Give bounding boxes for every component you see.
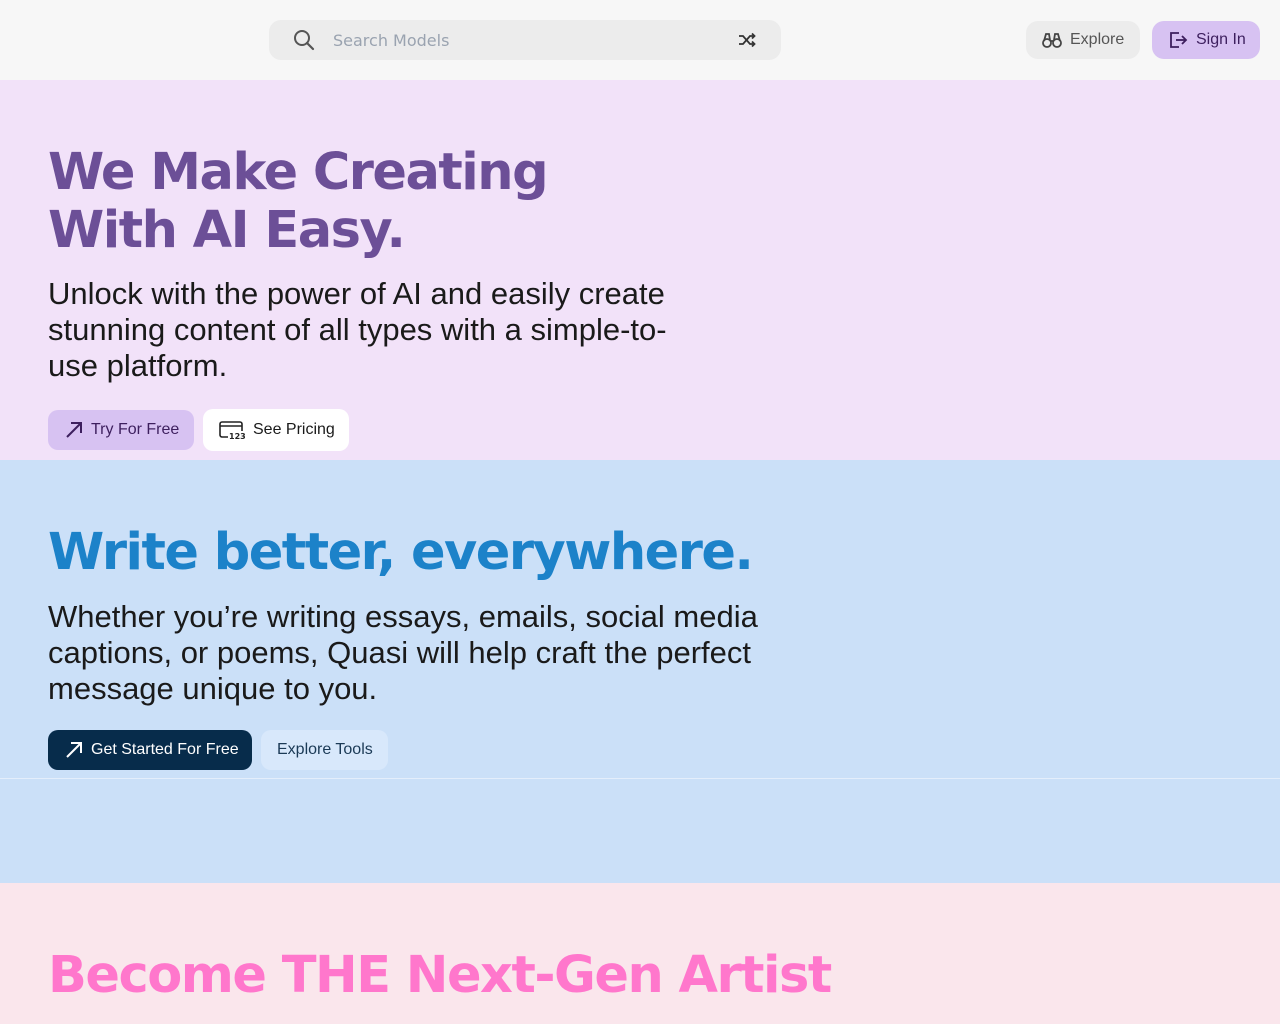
explore-tools-label: Explore Tools — [277, 741, 373, 758]
explore-button[interactable]: Explore — [1026, 21, 1140, 59]
write-lead: Whether you’re writing essays, emails, s… — [48, 599, 758, 706]
try-for-free-button[interactable]: Try For Free — [48, 410, 194, 450]
shuffle-button[interactable] — [735, 30, 759, 50]
binoculars-icon — [1042, 33, 1062, 48]
write-title: Write better, everywhere. — [48, 523, 754, 582]
top-navigation-bar: Explore Sign In — [0, 0, 1280, 80]
search-bar — [269, 20, 781, 60]
sign-in-label: Sign In — [1196, 31, 1246, 48]
artist-title: Become THE Next-Gen Artist — [48, 946, 832, 1005]
get-started-label: Get Started For Free — [91, 741, 239, 758]
section-divider — [0, 778, 1280, 779]
explore-tools-button[interactable]: Explore Tools — [261, 730, 388, 770]
hero-lead: Unlock with the power of AI and easily c… — [48, 276, 667, 383]
explore-label: Explore — [1070, 31, 1125, 48]
search-input[interactable] — [333, 20, 713, 60]
hero-title: We Make Creating With AI Easy. — [48, 143, 549, 260]
get-started-button[interactable]: Get Started For Free — [48, 730, 252, 770]
see-pricing-label: See Pricing — [253, 421, 335, 438]
artist-section: Become THE Next-Gen Artist — [0, 883, 1280, 1024]
arrow-up-right-icon — [66, 422, 82, 438]
hero-section: We Make Creating With AI Easy. Unlock wi… — [0, 80, 1280, 460]
sign-in-icon — [1170, 32, 1188, 48]
see-pricing-button[interactable]: 123 See Pricing — [203, 409, 349, 451]
arrow-up-right-icon — [66, 742, 82, 758]
search-icon[interactable] — [293, 29, 315, 51]
write-section: Write better, everywhere. Whether you’re… — [0, 460, 1280, 883]
svg-text:123: 123 — [229, 432, 245, 440]
credit-card-123-icon: 123 — [219, 421, 245, 440]
shuffle-icon — [739, 32, 756, 48]
sign-in-button[interactable]: Sign In — [1152, 21, 1260, 59]
try-for-free-label: Try For Free — [91, 421, 180, 438]
